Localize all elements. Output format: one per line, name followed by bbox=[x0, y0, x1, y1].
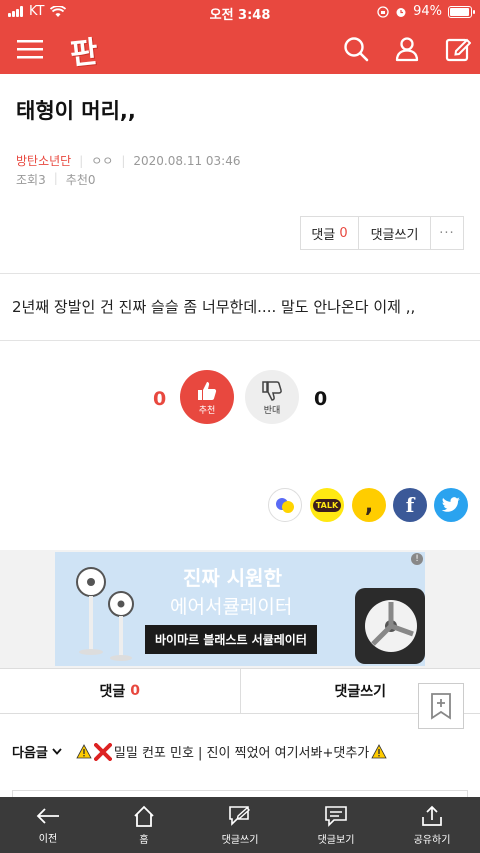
upvote-label: 추천 bbox=[198, 405, 216, 416]
bookmark-add-icon bbox=[431, 693, 451, 720]
app-header: 판 bbox=[0, 24, 480, 74]
comment-bar: 댓글 0 댓글쓰기 bbox=[0, 668, 480, 714]
share-bubble-button[interactable] bbox=[268, 488, 302, 522]
post-body: 2년째 장발인 건 진짜 슬슬 좀 너무한데.... 말도 안나온다 이제 ,, bbox=[12, 298, 416, 316]
nav-home-label: 홈 bbox=[139, 834, 149, 846]
back-arrow-icon bbox=[36, 807, 59, 824]
views-label: 조회 bbox=[16, 173, 39, 187]
more-options-button[interactable]: ··· bbox=[431, 217, 463, 249]
search-icon bbox=[344, 37, 369, 62]
thumbs-down-icon bbox=[262, 380, 282, 401]
meta-separator: | bbox=[121, 153, 126, 168]
nav-share-label: 공유하기 bbox=[413, 834, 451, 846]
write-button[interactable] bbox=[442, 33, 474, 65]
status-bar: KT 오전 3:48 94% bbox=[0, 0, 480, 24]
comment-count-button[interactable]: 댓글 0 bbox=[301, 217, 359, 249]
post-stats: 조회3 | 추천0 bbox=[16, 171, 96, 188]
nav-view-comments[interactable]: 댓글보기 bbox=[288, 797, 384, 853]
comment-tab[interactable]: 댓글 0 bbox=[0, 669, 241, 713]
battery-icon bbox=[448, 5, 475, 18]
warning-icon bbox=[76, 744, 92, 759]
share-twitter-button[interactable] bbox=[434, 488, 468, 522]
twitter-icon bbox=[441, 497, 460, 512]
view-comments-icon bbox=[325, 805, 347, 827]
meta-separator: | bbox=[79, 153, 84, 168]
divider bbox=[0, 273, 480, 274]
comment-tab-count: 0 bbox=[130, 683, 140, 699]
nav-back-label: 이전 bbox=[38, 833, 58, 845]
ad-product-tag: 바이마르 블래스트 서큘레이터 bbox=[145, 625, 317, 654]
alarm-icon bbox=[396, 7, 406, 17]
nav-back[interactable]: 이전 bbox=[0, 797, 96, 853]
nav-home[interactable]: 홈 bbox=[96, 797, 192, 853]
fan-image-icon bbox=[76, 567, 134, 661]
next-post-label: 다음글 bbox=[12, 746, 48, 761]
comment-tab-label: 댓글 bbox=[99, 684, 126, 700]
recommend-label: 추천 bbox=[65, 173, 88, 187]
menu-button[interactable] bbox=[14, 33, 46, 65]
user-icon bbox=[395, 37, 419, 62]
upvote-button[interactable]: 추천 bbox=[180, 370, 234, 424]
battery-percent: 94% bbox=[413, 4, 442, 19]
thumbs-up-icon bbox=[198, 381, 217, 400]
home-icon bbox=[134, 805, 154, 827]
next-post-title: 밀밀 컨포 민호 | 진이 찍었어 여기서봐+댓추가 bbox=[113, 746, 370, 761]
meta-separator: | bbox=[53, 171, 58, 185]
nav-write-comment[interactable]: 댓글쓰기 bbox=[192, 797, 288, 853]
bottom-nav: 이전 홈 댓글쓰기 댓글보기 공유하기 bbox=[0, 797, 480, 853]
user-button[interactable] bbox=[391, 33, 423, 65]
downvote-count: 0 bbox=[314, 388, 328, 410]
share-facebook-button[interactable]: f bbox=[393, 488, 427, 522]
comment-count: 0 bbox=[339, 225, 348, 241]
recommend-count: 0 bbox=[87, 173, 96, 187]
kakaotalk-icon: TALK bbox=[312, 498, 342, 512]
ad-headline: 진짜 시원한 bbox=[183, 566, 282, 590]
bubble-share-icon bbox=[276, 498, 294, 513]
ad-info-badge[interactable]: ! bbox=[411, 553, 423, 565]
menu-icon bbox=[17, 40, 43, 59]
warning-icon bbox=[371, 744, 387, 759]
nav-share[interactable]: 공유하기 bbox=[384, 797, 480, 853]
post-date: 2020.08.11 03:46 bbox=[133, 153, 241, 168]
next-post-title-group[interactable]: 밀밀 컨포 민호 | 진이 찍었어 여기서봐+댓추가 bbox=[76, 742, 387, 761]
board-name[interactable]: 방탄소년단 bbox=[16, 152, 71, 169]
downvote-button[interactable]: 반대 bbox=[245, 370, 299, 424]
views-count: 3 bbox=[38, 173, 46, 187]
circulator-image-icon bbox=[355, 588, 425, 664]
nav-write-comment-label: 댓글쓰기 bbox=[221, 834, 259, 846]
rotation-lock-icon bbox=[377, 5, 389, 18]
post-title: 태형이 머리,, bbox=[16, 99, 136, 123]
ad-subline: 에어서큘레이터 bbox=[170, 596, 293, 618]
ad-banner[interactable]: 진짜 시원한 에어서큘레이터 바이마르 블래스트 서큘레이터 ! bbox=[55, 552, 425, 666]
share-icon bbox=[422, 805, 442, 826]
upvote-count: 0 bbox=[153, 388, 167, 410]
kakaostory-icon: , bbox=[364, 492, 374, 518]
bookmark-button[interactable] bbox=[418, 683, 464, 729]
share-kakaotalk-button[interactable]: TALK bbox=[310, 488, 344, 522]
search-button[interactable] bbox=[340, 33, 372, 65]
author-nickname: ㅇㅇ bbox=[91, 154, 114, 168]
chevron-down-icon bbox=[52, 748, 62, 755]
share-kakaostory-button[interactable]: , bbox=[352, 488, 386, 522]
post-meta: 방탄소년단 | ㅇㅇ | 2020.08.11 03:46 bbox=[16, 152, 241, 169]
comment-label: 댓글 bbox=[311, 227, 336, 243]
status-right: 94% bbox=[377, 4, 475, 19]
write-comment-icon bbox=[229, 805, 251, 826]
facebook-icon: f bbox=[405, 493, 415, 517]
downvote-label: 반대 bbox=[263, 405, 281, 416]
nav-view-comments-label: 댓글보기 bbox=[317, 834, 355, 846]
write-comment-button[interactable]: 댓글쓰기 bbox=[359, 217, 431, 249]
pann-logo[interactable]: 판 bbox=[68, 27, 100, 74]
divider bbox=[0, 340, 480, 341]
cross-mark-icon bbox=[93, 742, 112, 761]
edit-icon bbox=[445, 38, 471, 62]
next-post-label-group: 다음글 bbox=[12, 742, 62, 761]
next-post-row[interactable]: 다음글 밀밀 컨포 민호 | 진이 찍었어 여기서봐+댓추가 bbox=[12, 742, 387, 761]
post-action-group: 댓글 0 댓글쓰기 ··· bbox=[300, 216, 464, 250]
